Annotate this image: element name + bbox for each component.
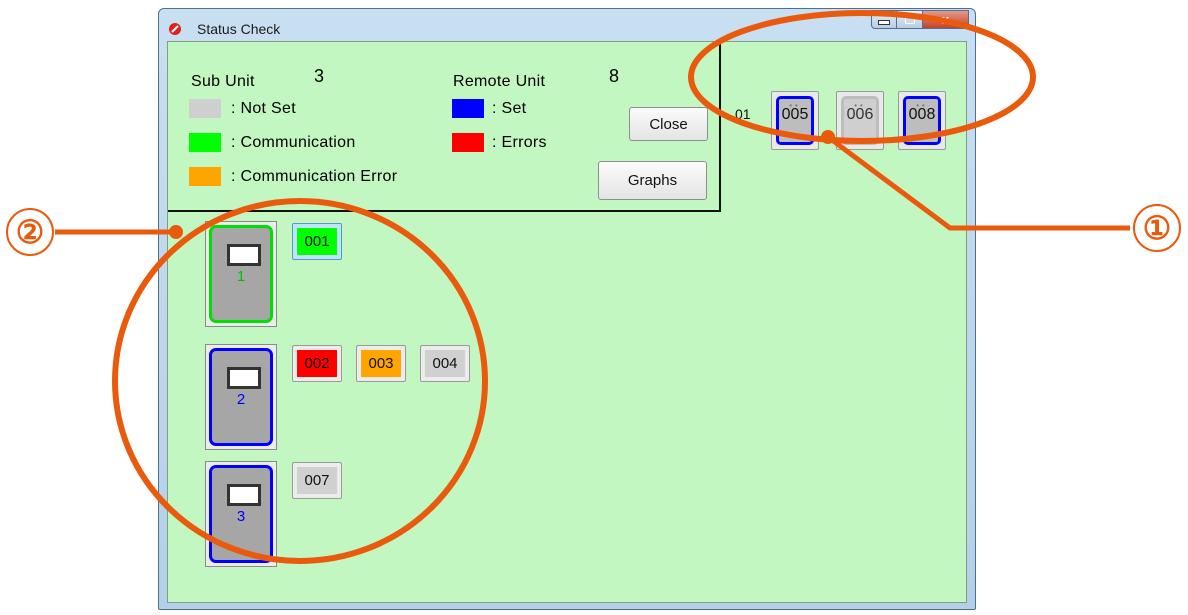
monitor-icon (227, 367, 261, 389)
header-row-label: 01 (735, 106, 751, 122)
sub-unit-label: Sub Unit (191, 73, 255, 90)
set-label: : Set (492, 100, 527, 117)
remote-label: 004 (425, 350, 465, 377)
communication-swatch (189, 133, 221, 152)
legend-panel: Sub Unit 3 Remote Unit 8 : Not Set : Set… (168, 42, 721, 212)
annotation-marker-2: ② (6, 208, 54, 256)
communication-error-swatch (189, 167, 221, 186)
communication-label: : Communication (231, 134, 356, 151)
header-remote-008[interactable]: •• 008 (898, 91, 946, 150)
remote-unit-label: Remote Unit (453, 73, 546, 90)
errors-swatch (452, 133, 484, 152)
graphs-button[interactable]: Graphs (598, 161, 707, 200)
app-icon (169, 23, 181, 35)
sub-unit-number: 3 (236, 508, 246, 525)
remote-001[interactable]: 001 (292, 223, 342, 260)
sub-unit-number: 2 (236, 391, 246, 408)
header-remote-006[interactable]: •• 006 (836, 91, 884, 150)
remote-label: 001 (297, 228, 337, 255)
close-icon: x (941, 12, 950, 27)
client-area: Sub Unit 3 Remote Unit 8 : Not Set : Set… (167, 41, 967, 603)
title-bar: Status Check x (159, 9, 975, 41)
not-set-swatch (189, 99, 221, 118)
remote-label: 003 (361, 350, 401, 377)
remote-007[interactable]: 007 (292, 462, 342, 499)
remote-002[interactable]: 002 (292, 345, 342, 382)
remote-unit-count: 8 (609, 66, 620, 86)
sub-unit-3[interactable]: 3 (205, 461, 277, 567)
status-check-window: Status Check x Sub Unit 3 Remote Unit 8 … (158, 8, 976, 610)
communication-error-label: : Communication Error (231, 168, 398, 185)
sub-unit-number: 1 (236, 268, 246, 285)
maximize-button[interactable] (897, 10, 923, 29)
monitor-icon (227, 484, 261, 506)
window-title: Status Check (197, 21, 281, 37)
header-remote-005[interactable]: •• 005 (771, 91, 819, 150)
maximize-icon (904, 15, 915, 24)
set-swatch (452, 99, 484, 118)
annotation-marker-1: ① (1133, 204, 1181, 252)
remote-004[interactable]: 004 (420, 345, 470, 382)
monitor-icon (227, 244, 261, 266)
minimize-icon (878, 20, 890, 25)
remote-label: 007 (297, 467, 337, 494)
sub-unit-2[interactable]: 2 (205, 344, 277, 450)
header-remote-number: 006 (846, 106, 874, 123)
header-remote-number: 008 (908, 106, 936, 123)
close-button[interactable]: Close (629, 107, 708, 141)
close-window-button[interactable]: x (923, 10, 969, 29)
header-remote-number: 005 (781, 106, 809, 123)
sub-unit-count: 3 (314, 66, 325, 86)
sub-unit-1[interactable]: 1 (205, 221, 277, 327)
remote-label: 002 (297, 350, 337, 377)
minimize-button[interactable] (871, 10, 897, 29)
remote-003[interactable]: 003 (356, 345, 406, 382)
errors-label: : Errors (492, 134, 547, 151)
not-set-label: : Not Set (231, 100, 296, 117)
